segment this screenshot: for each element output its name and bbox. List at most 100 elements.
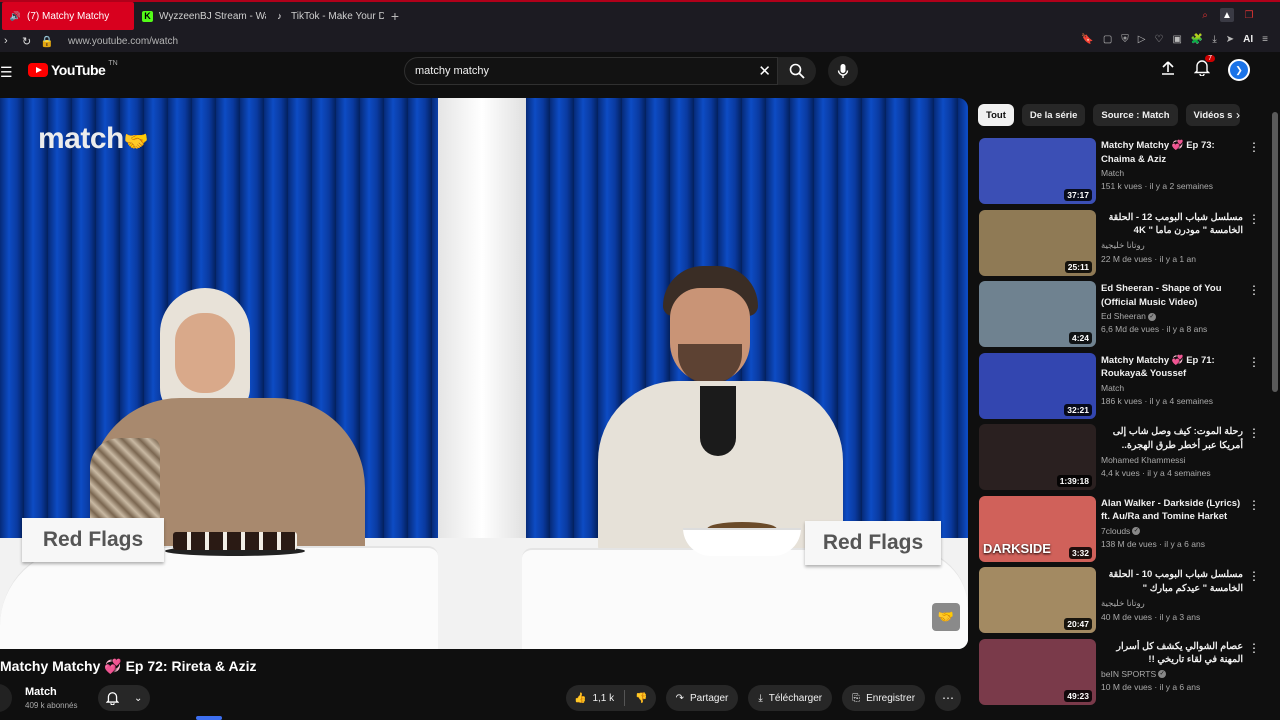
- tab-label: WyzzeenBJ Stream - Wat: [159, 10, 266, 22]
- profile-icon[interactable]: ▣: [1172, 34, 1181, 45]
- video-player[interactable]: Red Flags Red Flags match🤝 🤝: [0, 98, 968, 649]
- thumbs-down-icon[interactable]: 👎: [635, 693, 647, 704]
- related-video-item[interactable]: 32:21 Matchy Matchy 💞 Ep 71: Roukaya& You…: [978, 352, 1262, 425]
- channel-watermark-icon[interactable]: 🤝: [932, 603, 960, 631]
- logo-text: YouTube: [51, 62, 106, 78]
- window-icon[interactable]: ❐: [1242, 8, 1256, 22]
- download-icon: ⤓: [758, 692, 763, 704]
- more-options-icon[interactable]: ⋮: [1248, 212, 1260, 226]
- browser-tab-tiktok[interactable]: ♪ TikTok - Make Your Day: [266, 2, 384, 30]
- video-thumbnail[interactable]: 4:24: [979, 281, 1096, 347]
- video-thumbnail[interactable]: 1:39:18: [979, 424, 1096, 490]
- video-thumbnail[interactable]: 32:21: [979, 352, 1096, 419]
- more-options-icon[interactable]: ⋮: [1248, 426, 1260, 440]
- related-video-title[interactable]: مسلسل شباب البومب 10 - الحلقة الخامسة " …: [1101, 568, 1243, 596]
- related-video-item[interactable]: 20:47 مسلسل شباب البومب 10 - الحلقة الخام…: [978, 567, 1262, 639]
- forward-icon[interactable]: ›: [4, 35, 18, 47]
- related-channel[interactable]: روتانا خليجية: [1101, 598, 1243, 609]
- related-channel[interactable]: beIN SPORTS ✓: [1101, 669, 1243, 679]
- related-video-title[interactable]: عصام الشوالي يكشف كل أسرار المهنة في لقا…: [1101, 640, 1243, 667]
- more-options-icon[interactable]: ⋮: [1248, 641, 1260, 655]
- video-thumbnail[interactable]: 20:47: [979, 567, 1096, 633]
- extension-icon[interactable]: 🧩: [1191, 34, 1203, 45]
- send-icon[interactable]: ➤: [1226, 34, 1234, 45]
- screenshot-icon[interactable]: ▢: [1103, 34, 1112, 45]
- related-video-item[interactable]: DARKSIDE 3:32 Alan Walker - Darkside (Lyri…: [978, 495, 1262, 568]
- search-button[interactable]: [778, 57, 816, 85]
- lock-icon: 🔒: [40, 35, 54, 48]
- video-thumbnail[interactable]: 37:17: [979, 138, 1096, 204]
- player-icon[interactable]: ▷: [1138, 34, 1146, 45]
- bookmark-icon[interactable]: 🔖: [1081, 34, 1093, 45]
- search-input[interactable]: matchy matchy ✕: [404, 57, 778, 85]
- chip-videos[interactable]: Vidéos s: [1185, 104, 1241, 126]
- related-video-item[interactable]: 1:39:18 رحلة الموت: كيف وصل شاب إلى أمريك…: [978, 424, 1262, 496]
- youtube-play-icon: [28, 63, 48, 77]
- download-icon[interactable]: ⤓: [1212, 34, 1216, 45]
- related-video-item[interactable]: 25:11 مسلسل شباب البومب 12 - الحلقة الخام…: [978, 209, 1262, 282]
- browser-tab-kick[interactable]: K WyzzeenBJ Stream - Wat: [134, 2, 266, 30]
- related-channel[interactable]: Mohamed Khammessi: [1101, 455, 1243, 465]
- related-video-title[interactable]: Alan Walker - Darkside (Lyrics) ft. Au/R…: [1101, 497, 1243, 524]
- youtube-logo[interactable]: YouTube TN: [28, 60, 118, 78]
- new-tab-button[interactable]: +: [384, 8, 406, 24]
- related-channel[interactable]: Match: [1101, 383, 1243, 393]
- ai-button[interactable]: AI: [1243, 34, 1253, 45]
- chip-series[interactable]: De la série: [1021, 104, 1086, 126]
- verified-icon: ✓: [1132, 527, 1141, 536]
- voice-search-button[interactable]: [828, 56, 858, 86]
- related-video-stats: 6,6 Md de vues · il y a 8 ans: [1101, 324, 1208, 334]
- related-video-title[interactable]: رحلة الموت: كيف وصل شاب إلى أمريكا عبر أ…: [1101, 425, 1243, 453]
- url-field[interactable]: www.youtube.com/watch: [68, 36, 178, 47]
- download-button[interactable]: ⤓ Télécharger: [748, 685, 833, 711]
- more-options-icon[interactable]: ⋮: [1248, 355, 1260, 369]
- hamburger-menu-icon[interactable]: ☰: [0, 64, 13, 81]
- reload-icon[interactable]: ↻: [22, 35, 36, 48]
- share-button[interactable]: ↷ Partager: [665, 685, 739, 711]
- related-video-item[interactable]: 37:17 Matchy Matchy 💞 Ep 73: Chaima & Azi…: [978, 138, 1262, 210]
- microphone-icon: [837, 64, 849, 78]
- chip-all[interactable]: Tout: [978, 104, 1014, 126]
- thumbnail-text: DARKSIDE: [983, 540, 1051, 556]
- header-actions: 7 ❯: [1160, 55, 1250, 81]
- vpn-icon[interactable]: ⛨: [1121, 34, 1129, 45]
- upload-icon[interactable]: [1160, 60, 1176, 81]
- channel-name[interactable]: Match: [25, 686, 57, 698]
- related-channel[interactable]: 7clouds ✓: [1101, 526, 1243, 536]
- related-video-item[interactable]: 49:23 عصام الشوالي يكشف كل أسرار المهنة ف…: [978, 638, 1262, 711]
- channel-avatar[interactable]: [0, 684, 12, 712]
- video-thumbnail[interactable]: DARKSIDE 3:32: [979, 495, 1096, 562]
- chip-source[interactable]: Source : Match: [1093, 104, 1178, 126]
- more-actions-icon[interactable]: ⋯: [935, 685, 962, 711]
- related-video-title[interactable]: Matchy Matchy 💞 Ep 73: Chaima & Aziz: [1101, 139, 1243, 166]
- related-channel[interactable]: روتانا خليجية: [1101, 240, 1243, 251]
- video-thumbnail[interactable]: 25:11: [979, 209, 1096, 276]
- related-channel[interactable]: Ed Sheeran ✓: [1101, 311, 1243, 321]
- menu-icon[interactable]: ≡: [1262, 34, 1268, 45]
- more-options-icon[interactable]: ⋮: [1248, 498, 1260, 512]
- video-thumbnail[interactable]: 49:23: [979, 638, 1096, 705]
- related-channel[interactable]: Match: [1101, 168, 1243, 178]
- search-tab-icon[interactable]: ⌕: [1198, 8, 1212, 22]
- clear-search-icon[interactable]: ✕: [758, 62, 771, 80]
- related-video-title[interactable]: مسلسل شباب البومب 12 - الحلقة الخامسة " …: [1101, 211, 1243, 238]
- notifications-button[interactable]: 7: [1193, 55, 1215, 81]
- channel-row: Match 409 k abonnés ⌄ 👍 1,1 k 👎 ↷ Partag…: [0, 682, 968, 718]
- related-video-item[interactable]: 4:24 Ed Sheeran - Shape of You (Official …: [978, 281, 1262, 353]
- page-scrollbar[interactable]: [1270, 52, 1280, 720]
- more-options-icon[interactable]: ⋮: [1248, 283, 1260, 297]
- save-button[interactable]: ⎘ Enregistrer: [842, 685, 926, 711]
- more-options-icon[interactable]: ⋮: [1248, 569, 1260, 583]
- related-video-title[interactable]: Matchy Matchy 💞 Ep 71: Roukaya& Youssef: [1101, 354, 1243, 381]
- scrollbar-thumb[interactable]: [1272, 112, 1278, 392]
- chevron-right-icon[interactable]: ›: [1236, 108, 1240, 122]
- more-options-icon[interactable]: ⋮: [1248, 140, 1260, 154]
- browser-tab-youtube[interactable]: 🔊 (7) Matchy Matchy: [2, 2, 134, 30]
- like-button[interactable]: 👍 1,1 k: [574, 693, 614, 704]
- heart-icon[interactable]: ♡: [1154, 34, 1163, 45]
- related-video-title[interactable]: Ed Sheeran - Shape of You (Official Musi…: [1101, 282, 1243, 309]
- browser-toolbar: 🔖 ▢ ⛨ ▷ ♡ ▣ 🧩 ⤓ ➤ AI ≡: [1081, 34, 1268, 45]
- related-video-stats: 10 M de vues · il y a 6 ans: [1101, 681, 1201, 692]
- subscription-bell-button[interactable]: ⌄: [98, 685, 150, 711]
- account-avatar[interactable]: ❯: [1228, 59, 1250, 81]
